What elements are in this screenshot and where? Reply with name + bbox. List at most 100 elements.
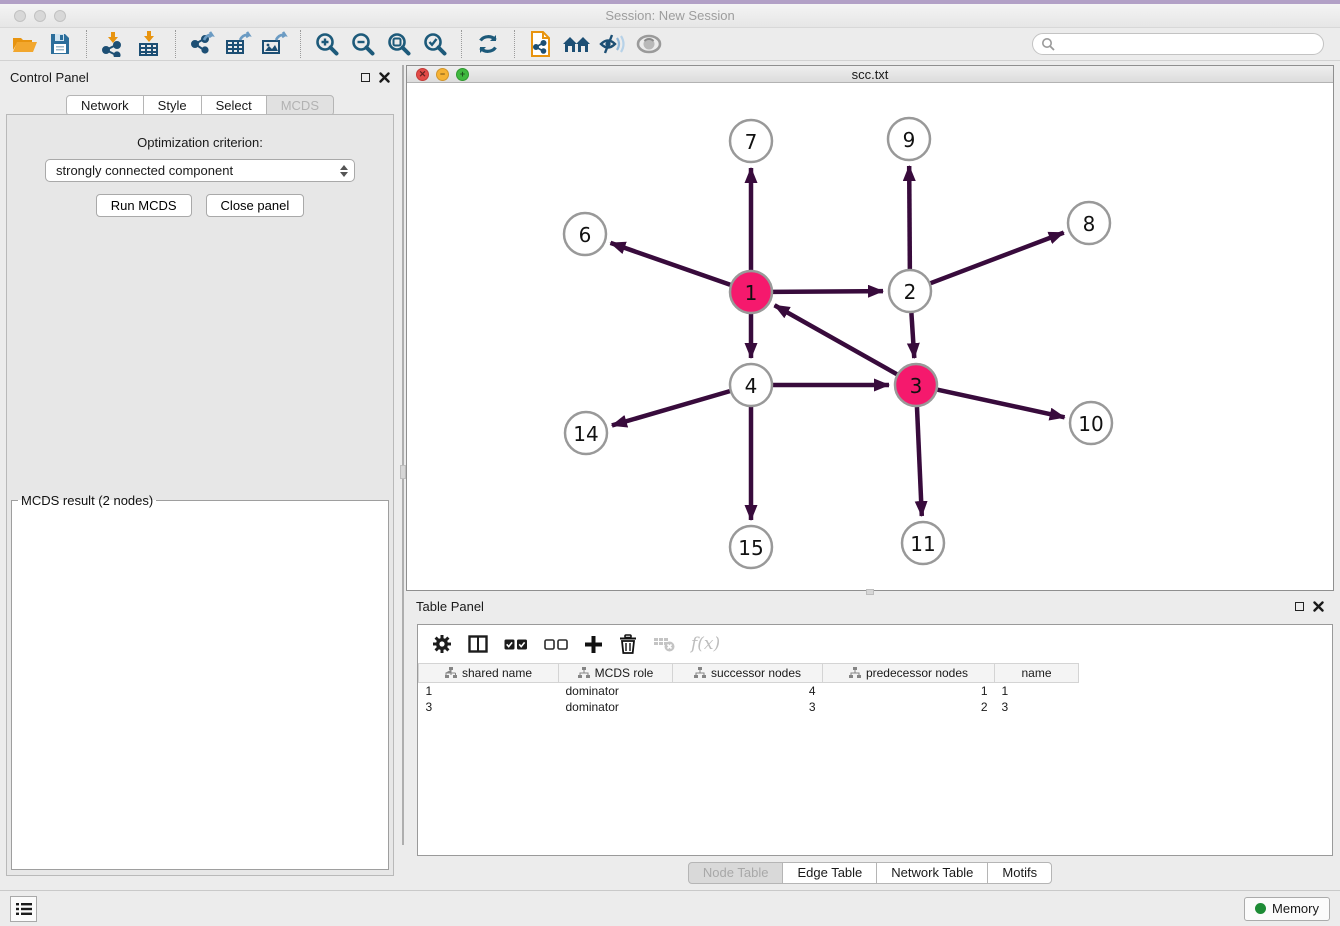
graph-node-9[interactable]: 9 (888, 118, 930, 160)
search-field[interactable] (1032, 33, 1324, 55)
save-session-button[interactable] (42, 29, 78, 59)
splitter-grip[interactable] (866, 589, 874, 595)
zoom-fit-button[interactable] (381, 29, 417, 59)
export-table-button[interactable] (220, 29, 256, 59)
horizontal-splitter[interactable] (406, 591, 1334, 594)
split-columns-button[interactable] (468, 635, 488, 653)
export-network-button[interactable] (184, 29, 220, 59)
tab-edge-table[interactable]: Edge Table (782, 862, 877, 884)
zoom-out-icon (350, 31, 376, 57)
table-tabs-row: Node Table Edge Table Network Table Moti… (406, 856, 1334, 890)
graph-node-2[interactable]: 2 (889, 270, 931, 312)
table-header-row: shared name MCDS role successor nodes (419, 664, 1079, 683)
cell-predecessor-nodes[interactable]: 1 (823, 683, 995, 699)
eye-slash-icon (599, 32, 627, 56)
cell-name[interactable]: 1 (995, 683, 1079, 699)
main-toolbar (0, 28, 1340, 61)
clone-network-button[interactable] (523, 29, 559, 59)
column-header-predecessor-nodes[interactable]: predecessor nodes (823, 664, 995, 683)
graph-node-10[interactable]: 10 (1070, 402, 1112, 444)
graph-edge-2-9[interactable] (909, 166, 910, 269)
graph-edge-2-3[interactable] (911, 313, 914, 358)
cell-shared-name[interactable]: 1 (419, 683, 559, 699)
workspace-column: ✕ − + scc.txt 7968124314101511 Table Pan… (406, 65, 1340, 890)
tab-select[interactable]: Select (201, 95, 267, 116)
column-header-name[interactable]: name (995, 664, 1079, 683)
close-panel-icon[interactable] (379, 72, 390, 83)
graph-edge-2-8[interactable] (931, 233, 1064, 284)
table-row[interactable]: 1 dominator 4 1 1 (419, 683, 1079, 699)
welcome-screen-button[interactable] (559, 29, 595, 59)
graph-edge-3-1[interactable] (775, 305, 897, 374)
tab-motifs[interactable]: Motifs (987, 862, 1052, 884)
add-row-button[interactable] (584, 635, 603, 654)
graph-node-label: 3 (910, 374, 923, 398)
memory-button[interactable]: Memory (1244, 897, 1330, 921)
import-table-button[interactable] (131, 29, 167, 59)
graph-node-11[interactable]: 11 (902, 522, 944, 564)
task-history-button[interactable] (10, 896, 37, 922)
delete-rows-button[interactable] (619, 634, 637, 654)
deselect-all-columns-button[interactable] (544, 639, 568, 650)
vertical-splitter[interactable] (400, 65, 406, 890)
trash-icon (619, 634, 637, 654)
cell-successor-nodes[interactable]: 3 (673, 699, 823, 715)
run-mcds-button[interactable]: Run MCDS (96, 194, 192, 217)
tab-network-table[interactable]: Network Table (876, 862, 988, 884)
splitter-grip[interactable] (400, 465, 406, 479)
tab-mcds[interactable]: MCDS (266, 95, 334, 116)
graph-node-4[interactable]: 4 (730, 364, 772, 406)
mcds-result-item: 1 (20, 511, 380, 514)
toolbar-separator (175, 30, 176, 58)
graph-node-7[interactable]: 7 (730, 120, 772, 162)
graph-node-3[interactable]: 3 (895, 364, 937, 406)
tab-node-table[interactable]: Node Table (688, 862, 784, 884)
float-panel-icon[interactable] (1295, 602, 1304, 611)
network-canvas[interactable]: 7 9 6 8 1 2 4 3 14 10 15 11 (407, 83, 1333, 590)
function-builder-button[interactable]: f(x) (691, 634, 720, 654)
hide-panels-button[interactable] (595, 29, 631, 59)
graph-node-15[interactable]: 15 (730, 526, 772, 568)
graph-edge-3-10[interactable] (937, 390, 1064, 418)
zoom-out-button[interactable] (345, 29, 381, 59)
network-window-titlebar[interactable]: ✕ − + scc.txt (407, 66, 1333, 83)
export-image-button[interactable] (256, 29, 292, 59)
zoom-selected-button[interactable] (417, 29, 453, 59)
graph-node-1[interactable]: 1 (730, 271, 772, 313)
column-header-mcds-role[interactable]: MCDS role (559, 664, 673, 683)
close-panel-icon[interactable] (1313, 601, 1324, 612)
graph-edge-1-6[interactable] (610, 243, 730, 285)
tab-style[interactable]: Style (143, 95, 202, 116)
refresh-button[interactable] (470, 29, 506, 59)
cell-shared-name[interactable]: 3 (419, 699, 559, 715)
graph-edge-4-14[interactable] (612, 391, 730, 425)
memory-label: Memory (1272, 901, 1319, 916)
search-input[interactable] (1055, 37, 1315, 51)
column-header-shared-name[interactable]: shared name (419, 664, 559, 683)
table-settings-button[interactable] (432, 634, 452, 654)
criterion-select[interactable]: strongly connected component (45, 159, 355, 182)
graph-edge-1-2[interactable] (773, 291, 883, 292)
tab-network[interactable]: Network (66, 95, 144, 116)
cell-mcds-role[interactable]: dominator (559, 683, 673, 699)
graph-node-6[interactable]: 6 (564, 213, 606, 255)
cell-name[interactable]: 3 (995, 699, 1079, 715)
float-panel-icon[interactable] (361, 73, 370, 82)
cell-predecessor-nodes[interactable]: 2 (823, 699, 995, 715)
close-panel-button[interactable]: Close panel (206, 194, 305, 217)
graph-node-8[interactable]: 8 (1068, 202, 1110, 244)
birdseye-view-button[interactable] (631, 29, 667, 59)
window-titlebar: Session: New Session (0, 4, 1340, 28)
zoom-in-button[interactable] (309, 29, 345, 59)
column-header-successor-nodes[interactable]: successor nodes (673, 664, 823, 683)
cell-mcds-role[interactable]: dominator (559, 699, 673, 715)
import-network-button[interactable] (95, 29, 131, 59)
graph-node-14[interactable]: 14 (565, 412, 607, 454)
table-toolbar: f(x) (418, 625, 1332, 663)
open-file-button[interactable] (6, 29, 42, 59)
select-all-columns-button[interactable] (504, 639, 528, 650)
delete-table-button[interactable] (653, 636, 675, 652)
table-row[interactable]: 3 dominator 3 2 3 (419, 699, 1079, 715)
graph-edge-3-11[interactable] (917, 407, 922, 516)
cell-successor-nodes[interactable]: 4 (673, 683, 823, 699)
